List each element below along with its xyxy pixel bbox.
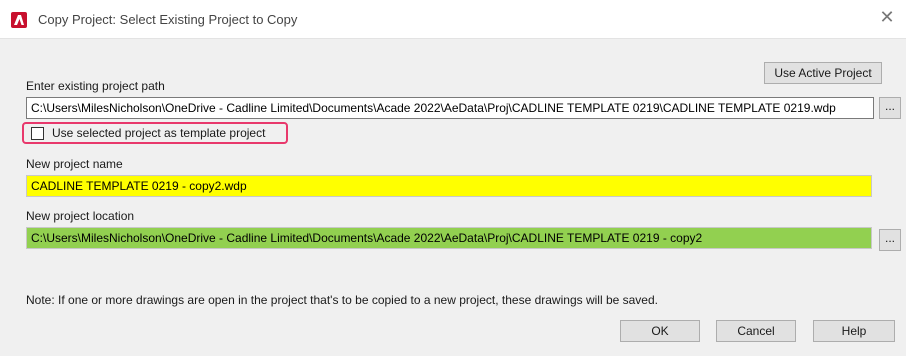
use-template-highlight: Use selected project as template project	[22, 122, 288, 144]
new-project-name-label: New project name	[26, 157, 123, 171]
ok-button[interactable]: OK	[620, 320, 700, 342]
use-template-checkbox[interactable]	[31, 127, 44, 140]
new-project-location-label: New project location	[26, 209, 135, 223]
use-template-checkbox-label[interactable]: Use selected project as template project	[52, 126, 265, 140]
close-icon[interactable]: ✕	[878, 8, 896, 26]
autocad-electrical-icon	[11, 12, 27, 28]
help-button[interactable]: Help	[813, 320, 895, 342]
new-project-name-input[interactable]: CADLINE TEMPLATE 0219 - copy2.wdp	[26, 175, 872, 197]
note-text: Note: If one or more drawings are open i…	[26, 293, 658, 307]
use-active-project-button[interactable]: Use Active Project	[764, 62, 882, 84]
dialog-body: Use Active Project Enter existing projec…	[0, 39, 906, 356]
existing-path-label: Enter existing project path	[26, 79, 165, 93]
existing-path-browse-button[interactable]: ...	[879, 97, 901, 119]
existing-path-input[interactable]: C:\Users\MilesNicholson\OneDrive - Cadli…	[26, 97, 874, 119]
window-title: Copy Project: Select Existing Project to…	[38, 12, 298, 27]
new-project-location-input[interactable]: C:\Users\MilesNicholson\OneDrive - Cadli…	[26, 227, 872, 249]
new-location-browse-button[interactable]: ...	[879, 229, 901, 251]
cancel-button[interactable]: Cancel	[716, 320, 796, 342]
title-bar: Copy Project: Select Existing Project to…	[0, 0, 906, 39]
